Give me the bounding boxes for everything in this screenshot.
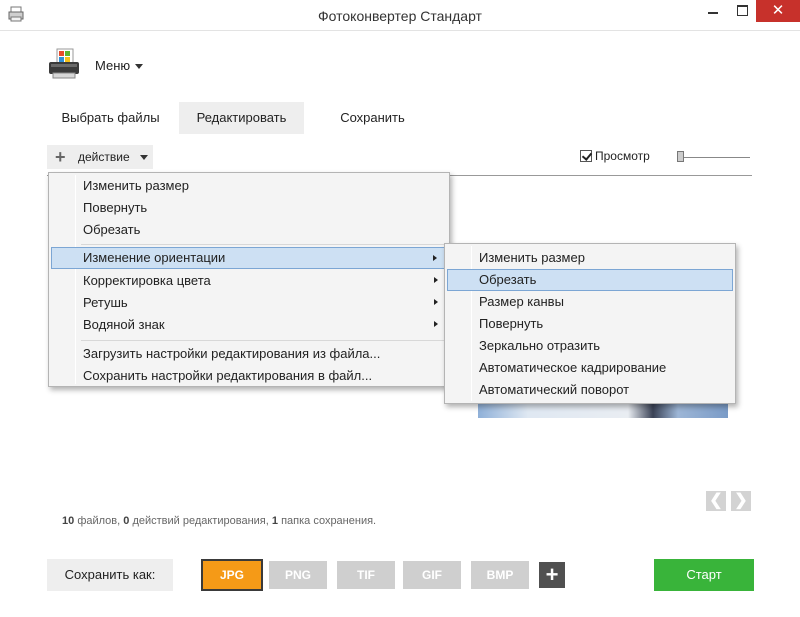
chevron-right-icon <box>434 299 438 305</box>
menu-separator <box>81 340 445 341</box>
action-menu: Изменить размер Повернуть Обрезать Измен… <box>48 172 450 387</box>
preview-checkbox[interactable]: Просмотр <box>580 149 650 163</box>
menu-item-orientation[interactable]: Изменение ориентации <box>51 247 447 269</box>
submenu-item-canvas-size[interactable]: Размер канвы <box>447 291 733 313</box>
menu-item-load-settings[interactable]: Загрузить настройки редактирования из фа… <box>51 343 447 365</box>
chevron-right-icon <box>434 321 438 327</box>
menu-item-label: Изменение ориентации <box>83 250 226 265</box>
preview-label: Просмотр <box>595 149 650 163</box>
format-bmp-button[interactable]: BMP <box>471 561 529 589</box>
actions-label: действий редактирования, <box>132 515 269 527</box>
format-gif-button[interactable]: GIF <box>403 561 461 589</box>
menu-item-crop[interactable]: Обрезать <box>51 219 447 241</box>
main-menu-button[interactable]: Меню <box>95 58 144 73</box>
menu-item-save-settings[interactable]: Сохранить настройки редактирования в фай… <box>51 365 447 387</box>
chevron-right-icon <box>434 277 438 283</box>
maximize-button[interactable] <box>729 0 755 22</box>
submenu-item-auto-crop[interactable]: Автоматическое кадрирование <box>447 357 733 379</box>
menu-item-label: Корректировка цвета <box>83 273 211 288</box>
orientation-submenu: Изменить размер Обрезать Размер канвы По… <box>444 243 736 404</box>
tab-edit[interactable]: Редактировать <box>179 102 304 134</box>
menu-separator <box>81 244 445 245</box>
minimize-button[interactable] <box>699 0 727 22</box>
menu-item-rotate[interactable]: Повернуть <box>51 197 447 219</box>
files-count: 10 <box>62 515 75 527</box>
menu-item-retouch[interactable]: Ретушь <box>51 292 447 314</box>
chevron-right-icon <box>433 255 437 261</box>
actions-count: 0 <box>123 515 130 527</box>
submenu-item-auto-rotate[interactable]: Автоматический поворот <box>447 379 733 401</box>
tab-save[interactable]: Сохранить <box>309 102 436 134</box>
close-button[interactable]: ✕ <box>756 0 800 22</box>
folders-count: 1 <box>271 515 278 527</box>
submenu-item-crop[interactable]: Обрезать <box>447 269 733 291</box>
checkbox-checked-icon <box>580 150 592 162</box>
photo-printer-logo-icon <box>49 48 79 79</box>
tab-select-files[interactable]: Выбрать файлы <box>47 102 174 134</box>
window-title: Фотоконвертер Стандарт <box>318 8 482 24</box>
action-dropdown-button[interactable]: + действие <box>47 145 153 169</box>
menu-item-color-correction[interactable]: Корректировка цвета <box>51 270 447 292</box>
format-tif-button[interactable]: TIF <box>337 561 395 589</box>
menu-item-label: Ретушь <box>83 295 128 310</box>
submenu-item-rotate[interactable]: Повернуть <box>447 313 733 335</box>
previous-image-button[interactable]: ❮ <box>706 491 726 511</box>
menu-item-label: Водяной знак <box>83 317 165 332</box>
plus-icon: + <box>55 147 66 167</box>
menu-item-resize[interactable]: Изменить размер <box>51 175 447 197</box>
start-button[interactable]: Старт <box>654 559 754 591</box>
next-image-button[interactable]: ❯ <box>731 491 751 511</box>
folders-label: папка сохранения. <box>281 515 377 527</box>
zoom-slider-track[interactable] <box>680 157 750 158</box>
save-as-label: Сохранить как: <box>47 559 173 591</box>
chevron-down-icon <box>140 155 148 160</box>
submenu-item-mirror[interactable]: Зеркально отразить <box>447 335 733 357</box>
main-menu-label: Меню <box>95 58 131 73</box>
status-summary: 10 файлов, 0 действий редактирования, 1 … <box>62 515 376 527</box>
zoom-slider-thumb[interactable] <box>677 151 684 162</box>
format-jpg-button[interactable]: JPG <box>201 559 263 591</box>
add-format-button[interactable]: + <box>539 562 565 588</box>
format-png-button[interactable]: PNG <box>269 561 327 589</box>
chevron-down-icon <box>135 64 144 70</box>
menu-item-watermark[interactable]: Водяной знак <box>51 314 447 336</box>
submenu-item-resize[interactable]: Изменить размер <box>447 247 733 269</box>
action-label: действие <box>78 150 130 164</box>
title-bar: Фотоконвертер Стандарт ✕ <box>0 0 800 31</box>
files-label: файлов, <box>77 515 121 527</box>
